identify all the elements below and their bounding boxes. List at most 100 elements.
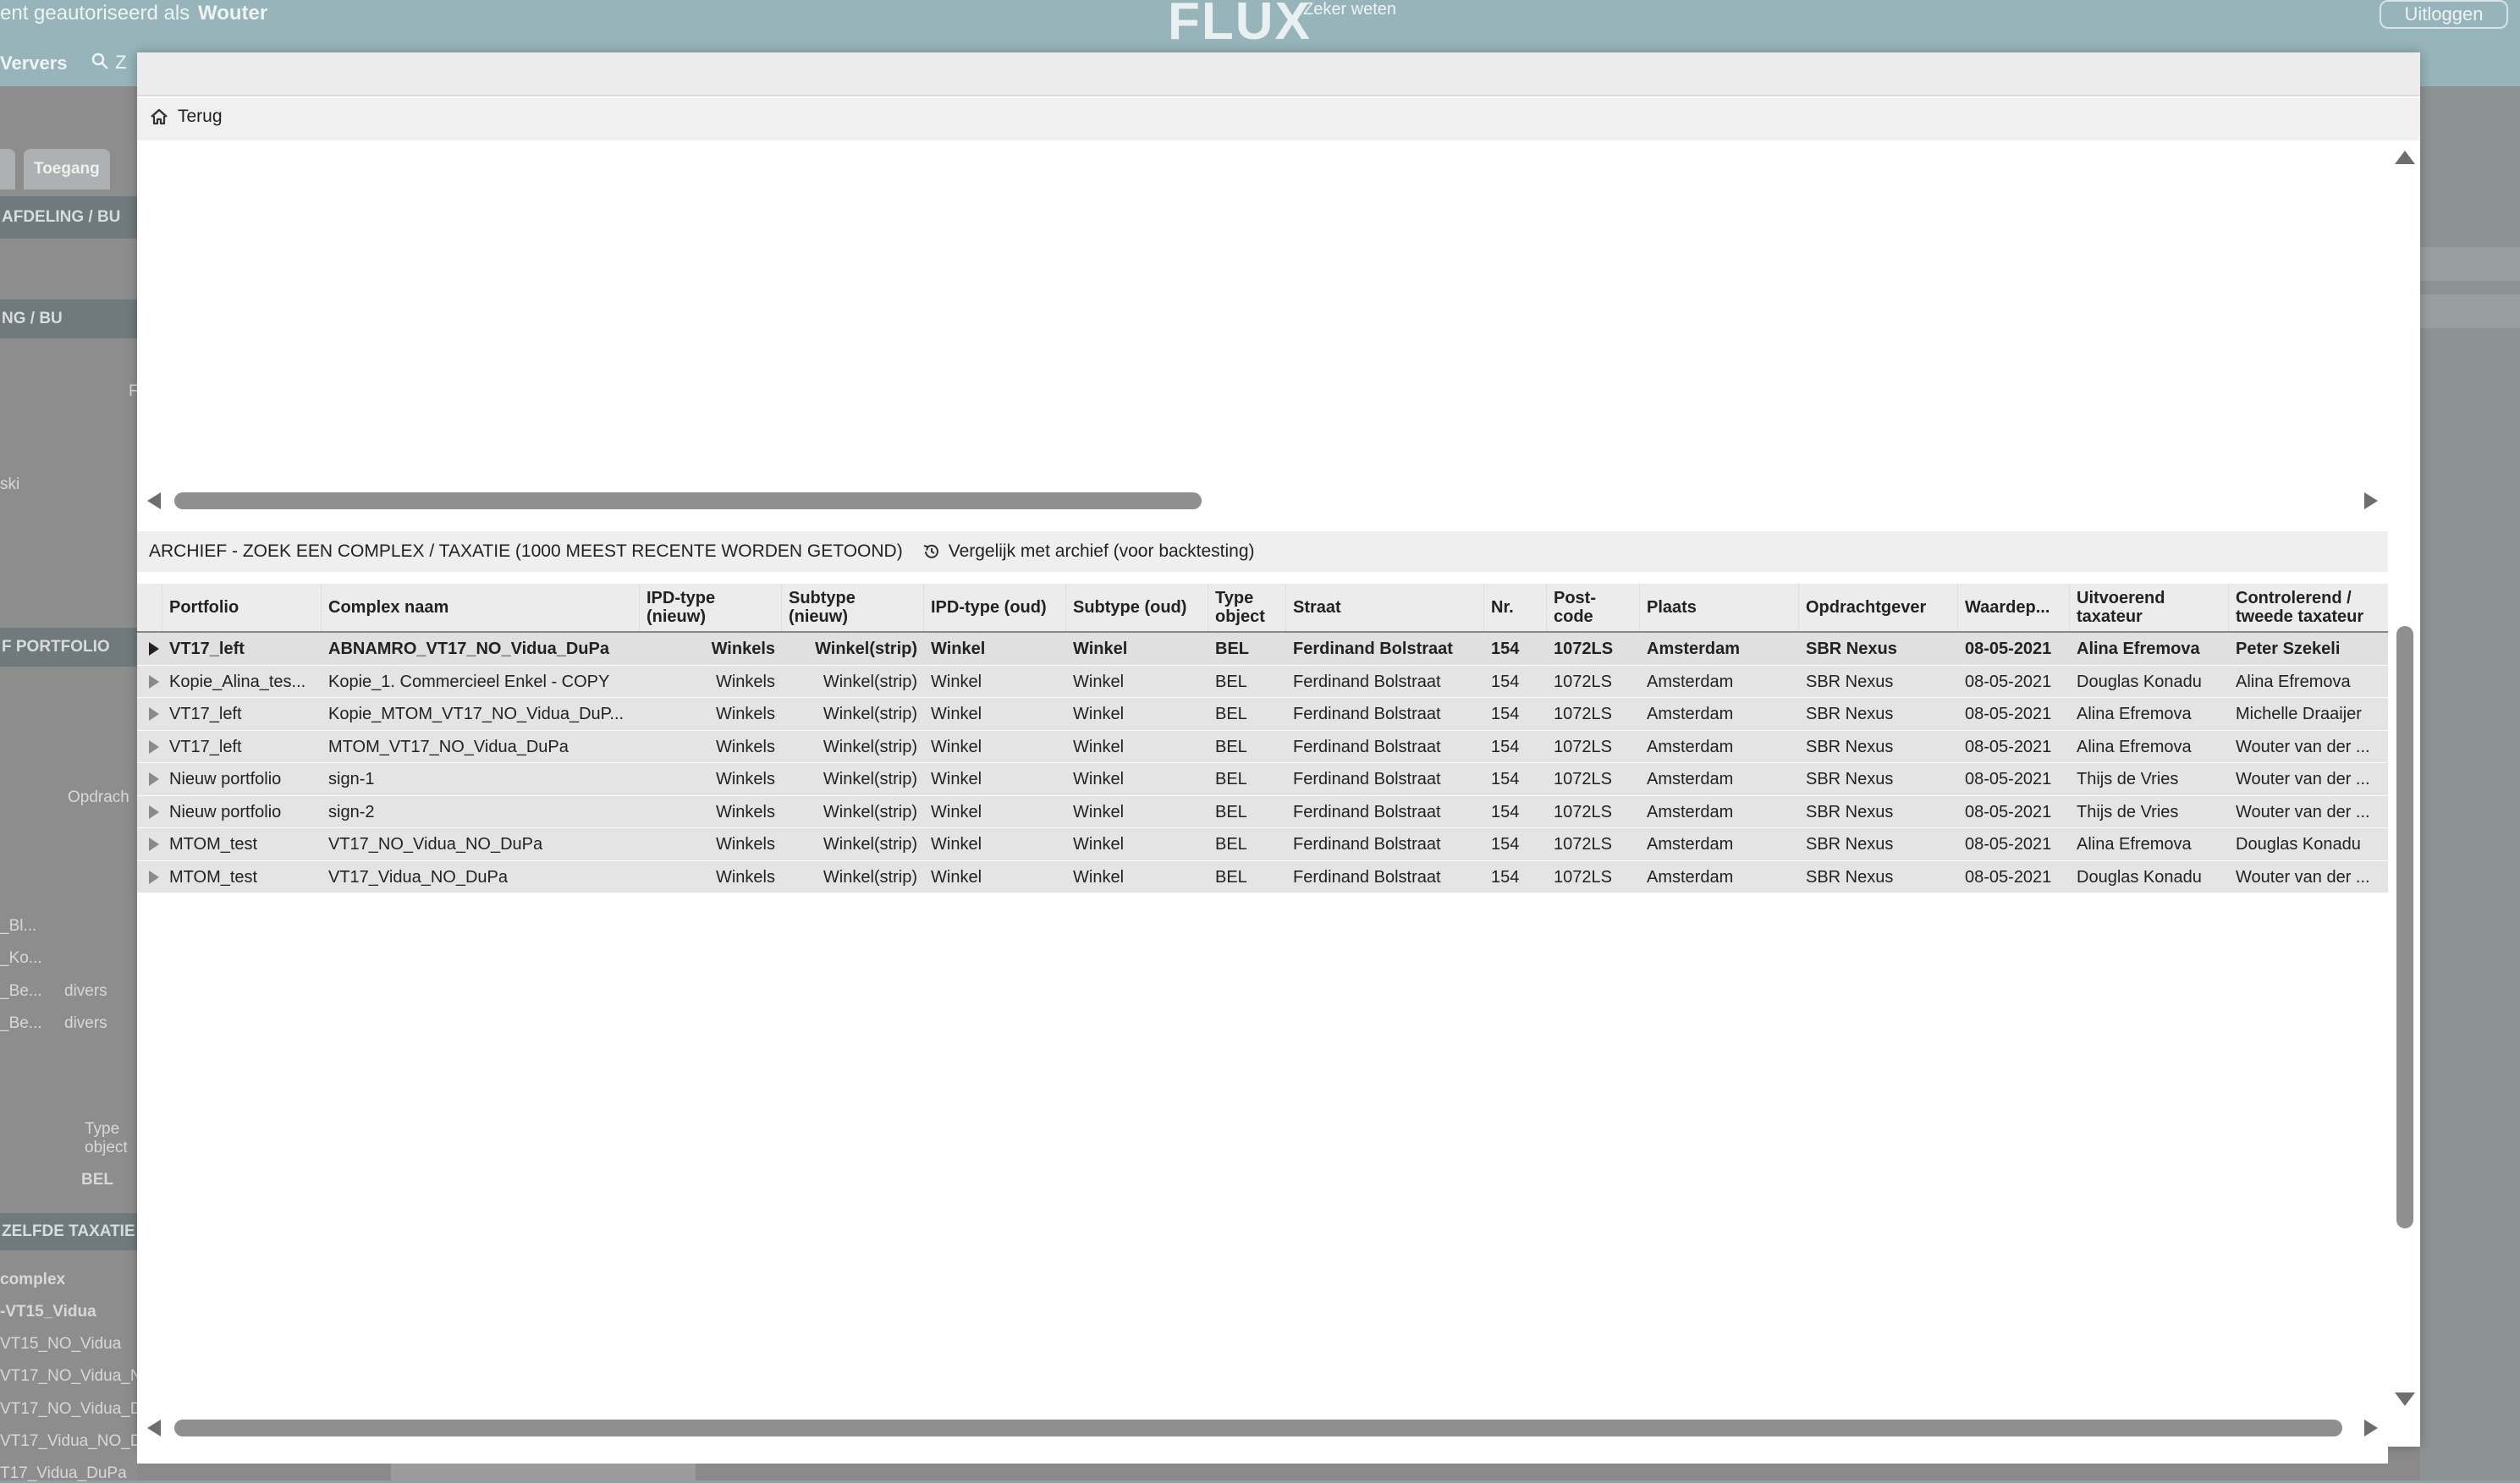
col-header-nr[interactable]: Nr. xyxy=(1484,584,1547,631)
bg-fragment-ski: ski xyxy=(0,475,20,493)
scroll-down-arrow[interactable] xyxy=(2395,1392,2415,1406)
col-header-portfolio[interactable]: Portfolio xyxy=(162,584,322,631)
cell-portfolio: Kopie_Alina_tes... xyxy=(169,672,306,691)
upper-content-area xyxy=(137,140,2420,538)
table-row[interactable]: MTOM_test VT17_NO_Vidua_NO_DuPa Winkels Win… xyxy=(137,828,2388,861)
expand-row-icon[interactable] xyxy=(149,870,159,884)
cell-portfolio: MTOM_test xyxy=(169,835,258,854)
expand-row-icon[interactable] xyxy=(149,838,159,851)
logout-button[interactable]: Uitloggen xyxy=(2380,0,2508,29)
cell-subtype-nieuw: Winkel(strip) xyxy=(823,672,917,691)
cell-controlerend-taxateur: Douglas Konadu xyxy=(2236,835,2361,854)
table-row[interactable]: Nieuw portfolio sign-1 Winkels Winkel(strip… xyxy=(137,763,2388,796)
expand-row-icon[interactable] xyxy=(149,739,159,754)
archive-section-bar: ARCHIEF - ZOEK EEN COMPLEX / TAXATIE (10… xyxy=(137,531,2388,572)
bg-frag-be2: _Be... xyxy=(0,1014,42,1032)
bg-frag-be1: _Be... xyxy=(0,982,42,1000)
col-header-straat[interactable]: Straat xyxy=(1286,584,1484,631)
scroll-right-arrow[interactable] xyxy=(2364,492,2378,509)
scroll-left-arrow[interactable] xyxy=(147,492,161,509)
cell-opdrachtgever: SBR Nexus xyxy=(1806,835,1894,854)
col-header-ipd-type-oud[interactable]: IPD-type (oud) xyxy=(924,584,1066,631)
cell-subtype-oud: Winkel xyxy=(1073,737,1125,756)
search-icon xyxy=(90,51,110,76)
expand-row-icon[interactable] xyxy=(149,642,159,656)
table-row[interactable]: MTOM_test VT17_Vidua_NO_DuPa Winkels Winkel… xyxy=(137,860,2388,893)
grid-scroll-thumb[interactable] xyxy=(174,1420,2342,1436)
cell-straat: Ferdinand Bolstraat xyxy=(1293,737,1441,756)
col-header-plaats[interactable]: Plaats xyxy=(1640,584,1799,631)
cell-ipd-type-oud: Winkel xyxy=(931,705,982,723)
cell-type-object: BEL xyxy=(1215,802,1247,821)
cell-subtype-nieuw: Winkel(strip) xyxy=(823,835,917,854)
col-header-opdrachtgever[interactable]: Opdrachtgever xyxy=(1799,584,1958,631)
bg-tab-a xyxy=(0,149,15,189)
cell-postcode: 1072LS xyxy=(1554,867,1612,887)
grid-empty-area xyxy=(137,947,2388,1464)
cell-controlerend-taxateur: Wouter van der ... xyxy=(2236,867,2370,887)
background-left-panel: Toegang AFDELING / BU NG / BU F ski F PO… xyxy=(0,86,142,1482)
search-label: Z xyxy=(115,51,127,73)
bg-right-strip xyxy=(2420,247,2520,281)
refresh-button[interactable]: Ververs xyxy=(0,52,68,74)
grid-horizontal-scrollbar[interactable] xyxy=(137,1416,2388,1440)
cell-straat: Ferdinand Bolstraat xyxy=(1293,770,1441,788)
cell-opdrachtgever: SBR Nexus xyxy=(1806,770,1894,788)
table-row[interactable]: VT17_left Kopie_MTOM_VT17_NO_Vidua_DuP...… xyxy=(137,698,2388,731)
cell-straat: Ferdinand Bolstraat xyxy=(1293,867,1441,887)
vertical-scroll-thumb[interactable] xyxy=(2396,626,2413,1228)
app-top-bar: ent geautoriseerd als Wouter FLUX Zeker … xyxy=(0,0,2520,52)
upper-horizontal-scrollbar[interactable] xyxy=(137,489,2388,513)
cell-plaats: Amsterdam xyxy=(1647,770,1734,788)
scroll-right-arrow[interactable] xyxy=(2364,1420,2378,1436)
cell-opdrachtgever: SBR Nexus xyxy=(1806,672,1894,691)
bg-section-portfolio: F PORTFOLIO xyxy=(0,628,137,667)
cell-subtype-nieuw: Winkel(strip) xyxy=(823,802,917,821)
col-header-type-object[interactable]: Type object xyxy=(1208,584,1286,631)
archive-grid: Portfolio Complex naam IPD-type (nieuw) … xyxy=(137,584,2388,893)
expand-row-icon[interactable] xyxy=(149,674,159,689)
cell-subtype-oud: Winkel xyxy=(1073,672,1125,691)
back-button[interactable]: Terug xyxy=(149,107,223,127)
table-row[interactable]: Kopie_Alina_tes... Kopie_1. Commercieel E… xyxy=(137,665,2388,698)
cell-portfolio: Nieuw portfolio xyxy=(169,770,282,788)
col-header-complex-naam[interactable]: Complex naam xyxy=(322,584,640,631)
table-row[interactable]: VT17_left MTOM_VT17_NO_Vidua_DuPa Winkels W… xyxy=(137,730,2388,763)
search-button[interactable]: Z xyxy=(90,51,127,76)
table-row[interactable]: VT17_left ABNAMRO_VT17_NO_Vidua_DuPa Winke… xyxy=(137,633,2388,666)
cell-complex-naam: Kopie_MTOM_VT17_NO_Vidua_DuP... xyxy=(328,705,624,723)
cell-ipd-type-nieuw: Winkels xyxy=(711,640,775,658)
scroll-up-arrow[interactable] xyxy=(2395,151,2415,164)
bg-frag-be1-val: divers xyxy=(64,982,107,1000)
expand-row-icon[interactable] xyxy=(149,805,159,819)
cell-subtype-nieuw: Winkel(strip) xyxy=(823,770,917,788)
cell-straat: Ferdinand Bolstraat xyxy=(1293,835,1441,854)
cell-uitvoerend-taxateur: Alina Efremova xyxy=(2077,835,2192,854)
upper-scroll-thumb[interactable] xyxy=(174,492,1202,509)
expand-row-icon[interactable] xyxy=(149,707,159,721)
compare-archive-button[interactable]: Vergelijk met archief (voor backtesting) xyxy=(922,541,1255,562)
expand-row-icon[interactable] xyxy=(149,772,159,786)
col-header-postcode[interactable]: Post-code xyxy=(1547,584,1640,631)
cell-waardepeildatum: 08-05-2021 xyxy=(1965,770,2052,788)
cell-subtype-nieuw: Winkel(strip) xyxy=(823,705,917,723)
col-header-subtype-nieuw[interactable]: Subtype (nieuw) xyxy=(782,584,924,631)
cell-complex-naam: sign-1 xyxy=(328,770,375,788)
col-header-ipd-type-nieuw[interactable]: IPD-type (nieuw) xyxy=(640,584,782,631)
cell-uitvoerend-taxateur: Alina Efremova xyxy=(2077,640,2200,658)
col-header-waardepeildatum[interactable]: Waardep... xyxy=(1958,584,2070,631)
col-header-controlerend-taxateur[interactable]: Controlerend / tweede taxateur xyxy=(2229,584,2388,631)
col-header-uitvoerend-taxateur[interactable]: Uitvoerend taxateur xyxy=(2070,584,2229,631)
cell-opdrachtgever: SBR Nexus xyxy=(1806,640,1897,658)
cell-plaats: Amsterdam xyxy=(1647,672,1734,691)
cell-plaats: Amsterdam xyxy=(1647,737,1734,756)
cell-portfolio: VT17_left xyxy=(169,640,245,658)
cell-waardepeildatum: 08-05-2021 xyxy=(1965,672,2052,691)
col-header-subtype-oud[interactable]: Subtype (oud) xyxy=(1066,584,1208,631)
bg-frag-bl: _Bl... xyxy=(0,917,37,935)
cell-straat: Ferdinand Bolstraat xyxy=(1293,640,1453,658)
cell-ipd-type-oud: Winkel xyxy=(931,672,982,691)
cell-uitvoerend-taxateur: Douglas Konadu xyxy=(2077,867,2202,887)
scroll-left-arrow[interactable] xyxy=(147,1420,161,1436)
table-row[interactable]: Nieuw portfolio sign-2 Winkels Winkel(strip… xyxy=(137,795,2388,828)
